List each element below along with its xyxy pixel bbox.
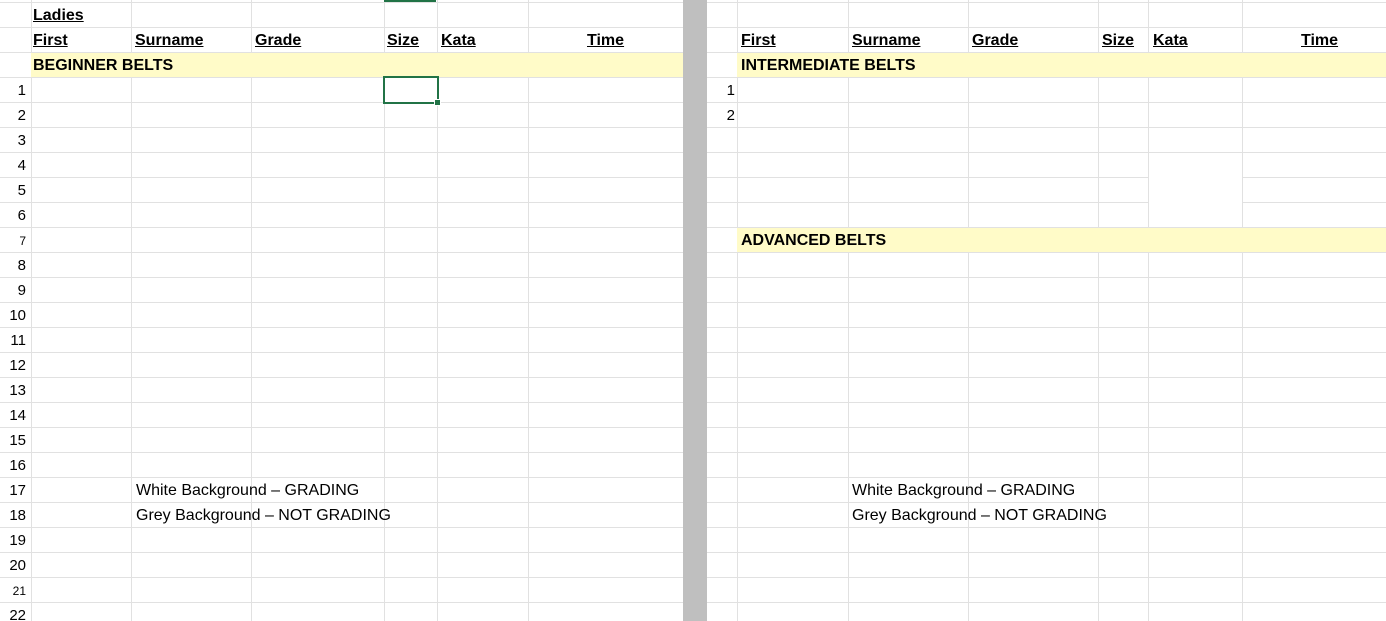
legend-grey-background: Grey Background – NOT GRADING (136, 507, 391, 524)
pane-split-divider[interactable] (683, 0, 707, 621)
gridline-horizontal (0, 477, 683, 478)
gridline-horizontal (707, 2, 1386, 3)
col-header-grade[interactable]: Grade (972, 29, 1018, 53)
legend-grey-background: Grey Background – NOT GRADING (852, 507, 1107, 524)
left-row-number[interactable]: 4 (0, 154, 26, 178)
col-header-size[interactable]: Size (387, 29, 419, 53)
col-header-time[interactable]: Time (587, 29, 624, 53)
left-row-number[interactable]: 21 (0, 579, 26, 603)
left-row-number[interactable]: 3 (0, 129, 26, 153)
gridline-horizontal (707, 577, 1386, 578)
legend-white-background: White Background – GRADING (852, 482, 1076, 499)
col-header-time[interactable]: Time (1301, 29, 1338, 53)
active-column-indicator (384, 0, 436, 2)
gridline-horizontal (0, 377, 683, 378)
gridline-horizontal (707, 352, 1386, 353)
col-header-first[interactable]: First (33, 29, 68, 53)
col-header-first[interactable]: First (741, 29, 776, 53)
active-cell-selection[interactable] (383, 76, 441, 106)
gridline-horizontal (707, 552, 1386, 553)
gridline-horizontal (0, 152, 683, 153)
gridline-horizontal (0, 127, 683, 128)
left-row-number[interactable]: 16 (0, 454, 26, 478)
left-row-number[interactable]: 5 (0, 179, 26, 203)
right-pane: First Surname Grade Size Kata Time INTER… (707, 0, 1386, 621)
gridline-horizontal (707, 202, 1386, 203)
gridline-horizontal (0, 202, 683, 203)
gridline-horizontal (0, 227, 683, 228)
left-row-number[interactable]: 1 (0, 79, 26, 103)
left-row-number[interactable]: 11 (0, 329, 26, 353)
blank-region-time-b (1243, 178, 1386, 202)
section-advanced-belts: ADVANCED BELTS (741, 232, 887, 249)
col-header-surname[interactable]: Surname (852, 29, 920, 53)
gridline-horizontal (707, 27, 1386, 28)
left-row-number[interactable]: 10 (0, 304, 26, 328)
gridline-horizontal (0, 352, 683, 353)
gridline-horizontal (0, 552, 683, 553)
sheet-title: Ladies (33, 7, 84, 24)
col-header-kata[interactable]: Kata (441, 29, 476, 53)
col-header-grade[interactable]: Grade (255, 29, 301, 53)
gridline-horizontal (707, 302, 1386, 303)
gridline-horizontal (0, 602, 683, 603)
right-row-number[interactable]: 2 (707, 104, 735, 128)
gridline-horizontal (0, 427, 683, 428)
left-row-number[interactable]: 14 (0, 404, 26, 428)
left-row-number[interactable]: 19 (0, 529, 26, 553)
left-row-number[interactable]: 9 (0, 279, 26, 303)
gridline-horizontal (707, 427, 1386, 428)
left-row-number[interactable]: 2 (0, 104, 26, 128)
gridline-horizontal (0, 2, 683, 3)
gridline-horizontal (707, 127, 1386, 128)
gridline-horizontal (0, 302, 683, 303)
gridline-horizontal (0, 402, 683, 403)
gridline-horizontal (0, 277, 683, 278)
left-row-number[interactable]: 13 (0, 379, 26, 403)
left-row-number[interactable]: 8 (0, 254, 26, 278)
blank-region-time-a (1243, 153, 1386, 177)
left-row-number[interactable]: 12 (0, 354, 26, 378)
left-pane: Ladies First Surname Grade Size Kata Tim… (0, 0, 683, 621)
gridline-horizontal (707, 277, 1386, 278)
legend-white-background: White Background – GRADING (136, 482, 360, 499)
left-row-number[interactable]: 22 (0, 604, 26, 621)
gridline-horizontal (707, 377, 1386, 378)
gridline-horizontal (0, 177, 683, 178)
left-row-number[interactable]: 15 (0, 429, 26, 453)
gridline-horizontal (0, 577, 683, 578)
gridline-horizontal (0, 102, 683, 103)
gridline-horizontal (0, 327, 683, 328)
gridline-horizontal (0, 27, 683, 28)
col-header-surname[interactable]: Surname (135, 29, 203, 53)
left-row-number[interactable]: 17 (0, 479, 26, 503)
gridline-horizontal (707, 452, 1386, 453)
gridline-horizontal (0, 452, 683, 453)
gridline-horizontal (707, 402, 1386, 403)
section-intermediate-belts: INTERMEDIATE BELTS (741, 57, 916, 74)
gridline-horizontal (707, 602, 1386, 603)
left-row-number[interactable]: 7 (0, 229, 26, 253)
left-row-number[interactable]: 6 (0, 204, 26, 228)
right-row-number[interactable]: 1 (707, 79, 735, 103)
gridline-horizontal (707, 327, 1386, 328)
col-header-size[interactable]: Size (1102, 29, 1134, 53)
gridline-horizontal (0, 252, 683, 253)
section-beginner-belts: BEGINNER BELTS (33, 57, 174, 74)
col-header-kata[interactable]: Kata (1153, 29, 1188, 53)
gridline-horizontal (707, 102, 1386, 103)
left-row-number[interactable]: 18 (0, 504, 26, 528)
fill-handle[interactable] (434, 99, 441, 106)
left-row-number[interactable]: 20 (0, 554, 26, 578)
blank-region-kata (1149, 153, 1242, 227)
gridline-horizontal (707, 477, 1386, 478)
